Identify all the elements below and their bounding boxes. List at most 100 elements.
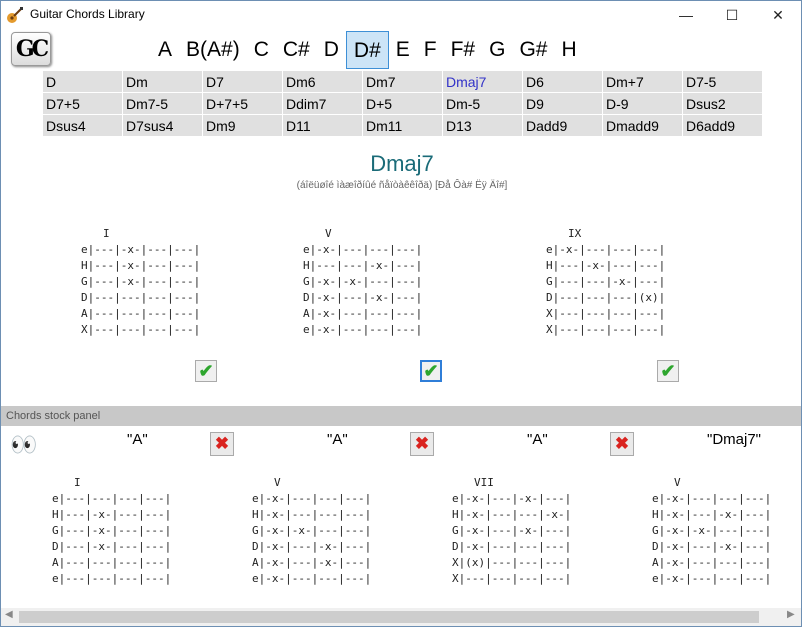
scrollbar-thumb[interactable] xyxy=(19,611,759,623)
key-tab[interactable]: F xyxy=(417,31,444,69)
tab-line: G|-x-|-x-|---|---| xyxy=(252,524,372,537)
fret-position-label: V xyxy=(325,227,332,240)
chord-cell[interactable]: Dm+7 xyxy=(603,71,683,93)
chord-cell[interactable]: D+7+5 xyxy=(203,93,283,115)
maximize-button[interactable]: ☐ xyxy=(709,1,755,29)
chord-cell[interactable]: D11 xyxy=(283,115,363,137)
tab-line: X|(x)|---|---|---| xyxy=(452,556,572,569)
tab-line: e|-x-|---|---|---| xyxy=(652,572,772,585)
fret-position-label: I xyxy=(103,227,110,240)
chord-cell[interactable]: Dsus2 xyxy=(683,93,763,115)
chord-cell[interactable]: D-9 xyxy=(603,93,683,115)
red-x-icon: ✖ xyxy=(414,434,430,453)
tab-line: H|---|-x-|---|---| xyxy=(81,259,201,272)
red-x-icon: ✖ xyxy=(214,434,230,453)
select-fingering-3-checkbox[interactable]: ✔ xyxy=(657,360,679,382)
key-selector: A B(A#) C C# D D# E F F# G G# H xyxy=(151,31,584,69)
key-tab[interactable]: C xyxy=(247,31,276,69)
key-tab[interactable]: B(A#) xyxy=(179,31,247,69)
key-tab[interactable]: C# xyxy=(276,31,317,69)
tab-line: X|---|---|---|---| xyxy=(81,323,201,336)
tab-line: A|-x-|---|-x-|---| xyxy=(252,556,372,569)
scroll-right-icon[interactable]: ▶ xyxy=(787,609,795,620)
key-tab[interactable]: D xyxy=(317,31,346,69)
chord-cell[interactable]: D6add9 xyxy=(683,115,763,137)
tab-line: H|---|-x-|---|---| xyxy=(52,508,172,521)
chord-cell[interactable]: D7sus4 xyxy=(123,115,203,137)
select-fingering-2-checkbox[interactable]: ✔ xyxy=(420,360,442,382)
chord-cell[interactable]: D9 xyxy=(523,93,603,115)
tab-line: X|---|---|---|---| xyxy=(452,572,572,585)
fret-position-label: V xyxy=(274,476,281,489)
tab-line: e|-x-|---|-x-|---| xyxy=(452,492,572,505)
chord-cell[interactable]: Ddim7 xyxy=(283,93,363,115)
chord-fingering: IX e|-x-|---|---|---| H|---|-x-|---|---| G|… xyxy=(546,226,665,338)
chord-cell[interactable]: Dsus4 xyxy=(43,115,123,137)
tab-line: D|-x-|---|-x-|---| xyxy=(303,291,423,304)
chord-cell[interactable]: Dm xyxy=(123,71,203,93)
chord-cell[interactable]: D6 xyxy=(523,71,603,93)
key-tab[interactable]: G# xyxy=(512,31,554,69)
tab-line: G|---|-x-|---|---| xyxy=(81,275,201,288)
tab-line: A|---|---|---|---| xyxy=(52,556,172,569)
remove-stock-chord-1-button[interactable]: ✖ xyxy=(210,432,234,456)
chord-cell[interactable]: D7-5 xyxy=(683,71,763,93)
chord-cell[interactable]: Dadd9 xyxy=(523,115,603,137)
tab-line: A|-x-|---|---|---| xyxy=(652,556,772,569)
chord-fingering: Ie|---|---|---|---| H|---|-x-|---|---| G|-… xyxy=(52,475,171,587)
tab-line: e|-x-|---|---|---| xyxy=(546,243,666,256)
stock-chord-name-1: "A" xyxy=(127,431,148,448)
chord-cell[interactable]: Dm11 xyxy=(363,115,443,137)
key-tab[interactable]: D# xyxy=(345,31,389,69)
tab-line: G|---|-x-|---|---| xyxy=(52,524,172,537)
chord-cell[interactable]: D7 xyxy=(203,71,283,93)
chord-cell[interactable]: Dmaj7 xyxy=(443,71,523,93)
chord-cell[interactable]: D13 xyxy=(443,115,523,137)
chord-cell[interactable]: Dm7-5 xyxy=(123,93,203,115)
tab-line: e|-x-|---|---|---| xyxy=(252,492,372,505)
remove-stock-chord-2-button[interactable]: ✖ xyxy=(410,432,434,456)
tab-line: D|---|---|---|(x)| xyxy=(546,291,666,304)
remove-stock-chord-3-button[interactable]: ✖ xyxy=(610,432,634,456)
tab-line: e|---|---|---|---| xyxy=(52,572,172,585)
guitar-icon xyxy=(7,7,23,23)
eyes-icon[interactable]: 👀 xyxy=(10,432,37,458)
key-tab[interactable]: H xyxy=(554,31,583,69)
chord-cell[interactable]: Dm-5 xyxy=(443,93,523,115)
chord-grid: D Dm D7 Dm6 Dm7 Dmaj7 D6 Dm+7 D7-5 D7+5 Dm7-5 D+7+5… xyxy=(43,71,763,137)
key-tab[interactable]: G xyxy=(482,31,512,69)
chord-cell[interactable]: D7+5 xyxy=(43,93,123,115)
tab-line: H|---|-x-|---|---| xyxy=(546,259,666,272)
scroll-left-icon[interactable]: ◀ xyxy=(5,609,13,620)
tab-line: e|-x-|---|---|---| xyxy=(652,492,772,505)
chord-fingering: Ve|-x-|---|---|---| H|---|---|-x-|---| G|-… xyxy=(303,226,422,338)
chord-cell[interactable]: D xyxy=(43,71,123,93)
tab-line: G|-x-|-x-|---|---| xyxy=(303,275,423,288)
checkmark-icon: ✔ xyxy=(660,360,676,381)
fret-position-label: V xyxy=(674,476,681,489)
chords-stock-panel-header: Chords stock panel xyxy=(1,406,801,426)
fret-position-label: IX xyxy=(568,227,582,240)
stock-chord-name-2: "A" xyxy=(327,431,348,448)
chord-cell[interactable]: D+5 xyxy=(363,93,443,115)
title-bar[interactable]: Guitar Chords Library — ☐ ✕ xyxy=(1,1,801,29)
key-tab[interactable]: A xyxy=(151,31,179,69)
key-tab[interactable]: E xyxy=(389,31,417,69)
chord-cell[interactable]: Dm7 xyxy=(363,71,443,93)
checkmark-icon: ✔ xyxy=(198,360,214,381)
tab-line: D|---|---|---|---| xyxy=(81,291,201,304)
tab-line: H|-x-|---|---|---| xyxy=(252,508,372,521)
chord-fingering: Ie|---|-x-|---|---| H|---|-x-|---|---| G|-… xyxy=(81,226,200,338)
tab-line: e|-x-|---|---|---| xyxy=(303,323,423,336)
minimize-button[interactable]: — xyxy=(663,1,709,29)
chord-subtitle: (áîëüøîé ìàæîðíûé ñåïòàêêîðä) [Ðå Ôà# Ëÿ… xyxy=(296,180,508,191)
tab-line: G|-x-|-x-|---|---| xyxy=(652,524,772,537)
chord-cell[interactable]: Dm6 xyxy=(283,71,363,93)
select-fingering-1-checkbox[interactable]: ✔ xyxy=(195,360,217,382)
key-tab[interactable]: F# xyxy=(444,31,483,69)
stock-chord-name-3: "A" xyxy=(527,431,548,448)
chord-cell[interactable]: Dmadd9 xyxy=(603,115,683,137)
chord-cell[interactable]: Dm9 xyxy=(203,115,283,137)
close-button[interactable]: ✕ xyxy=(755,1,801,29)
horizontal-scrollbar[interactable]: ◀ ▶ xyxy=(1,608,801,626)
